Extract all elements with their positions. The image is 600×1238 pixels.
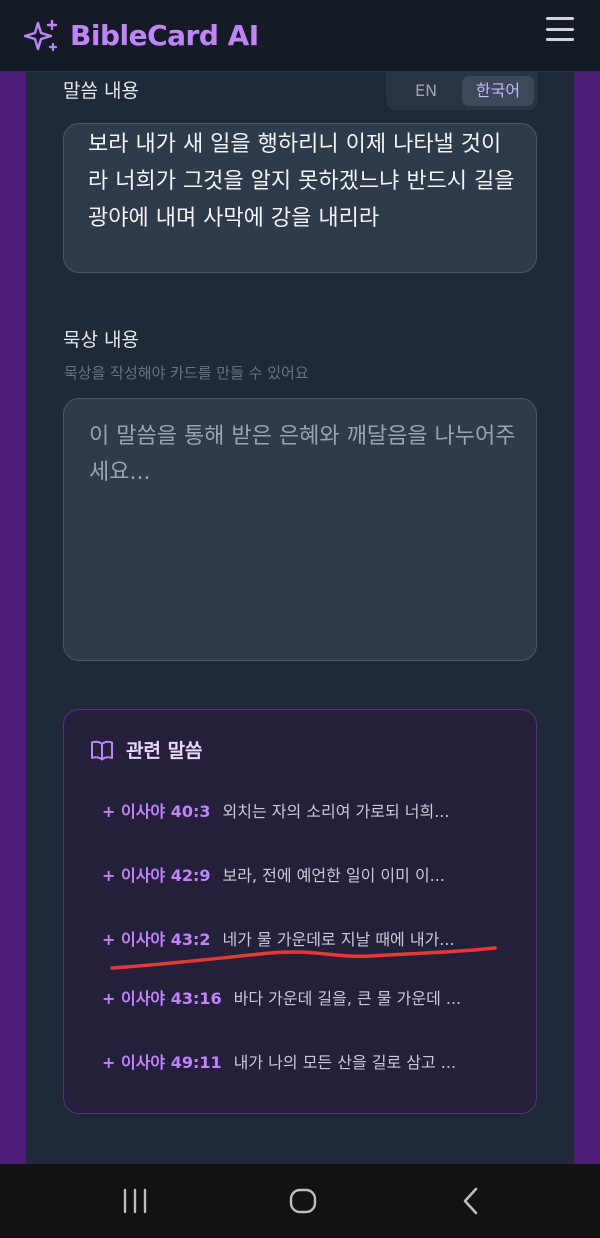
related-verses-header: 관련 말씀 [90,736,203,763]
open-book-icon [91,740,113,760]
meditation-input[interactable]: 이 말씀을 통해 받은 은혜와 깨달음을 나누어주세요... [63,398,537,661]
meditation-helper-text: 묵상을 작성해야 카드를 만들 수 있어요 [64,364,309,382]
hamburger-menu-icon[interactable] [546,17,574,41]
related-verse-item[interactable]: + 이사야 43:16 바다 가운데 길을, 큰 물 가운데 ... [102,982,461,1012]
menu-line [546,27,574,31]
recent-apps-icon[interactable] [121,1186,149,1216]
system-navigation-bar [0,1164,600,1238]
back-icon[interactable] [458,1186,484,1216]
related-verse-preview: 보라, 전에 예언한 일이 이미 이... [222,866,445,885]
page-background-right [574,72,600,1164]
meditation-label: 묵상 내용 [63,329,139,351]
language-option-ko[interactable]: 한국어 [462,76,534,106]
related-verse-preview: 외치는 자의 소리여 가로되 너희... [222,802,450,821]
page-background-left [0,72,26,1164]
language-option-en[interactable]: EN [390,76,462,106]
related-verses-title: 관련 말씀 [126,740,203,762]
red-underline-annotation [110,946,497,970]
related-verse-item[interactable]: + 이사야 40:3 외치는 자의 소리여 가로되 너희... [102,795,449,825]
menu-line [546,17,574,20]
verse-label: 말씀 내용 [63,80,139,102]
menu-line [546,38,574,41]
app-title: BibleCard AI [70,19,259,52]
language-toggle: EN 한국어 [386,72,538,110]
related-verses-card: 관련 말씀 + 이사야 40:3 외치는 자의 소리여 가로되 너희... + … [63,709,537,1114]
app-header: BibleCard AI [0,0,600,72]
related-verse-item[interactable]: + 이사야 49:11 내가 나의 모든 산을 길로 삼고 ... [102,1046,456,1076]
related-verse-ref: + 이사야 43:16 [102,989,222,1008]
home-icon[interactable] [288,1186,318,1216]
related-verse-preview: 바다 가운데 길을, 큰 물 가운데 ... [233,989,462,1008]
verse-text-field[interactable]: 보라 내가 새 일을 행하리니 이제 나타낼 것이라 너희가 그것을 알지 못하… [63,123,537,273]
card-editor-panel: 말씀 내용 EN 한국어 보라 내가 새 일을 행하리니 이제 나타낼 것이라 … [26,72,574,1164]
related-verse-ref: + 이사야 49:11 [102,1053,222,1072]
related-verse-item[interactable]: + 이사야 42:9 보라, 전에 예언한 일이 이미 이... [102,859,445,889]
related-verse-ref: + 이사야 40:3 [102,802,211,821]
related-verse-ref: + 이사야 42:9 [102,866,211,885]
sparkles-icon [24,19,58,51]
related-verse-preview: 내가 나의 모든 산을 길로 삼고 ... [233,1053,457,1072]
